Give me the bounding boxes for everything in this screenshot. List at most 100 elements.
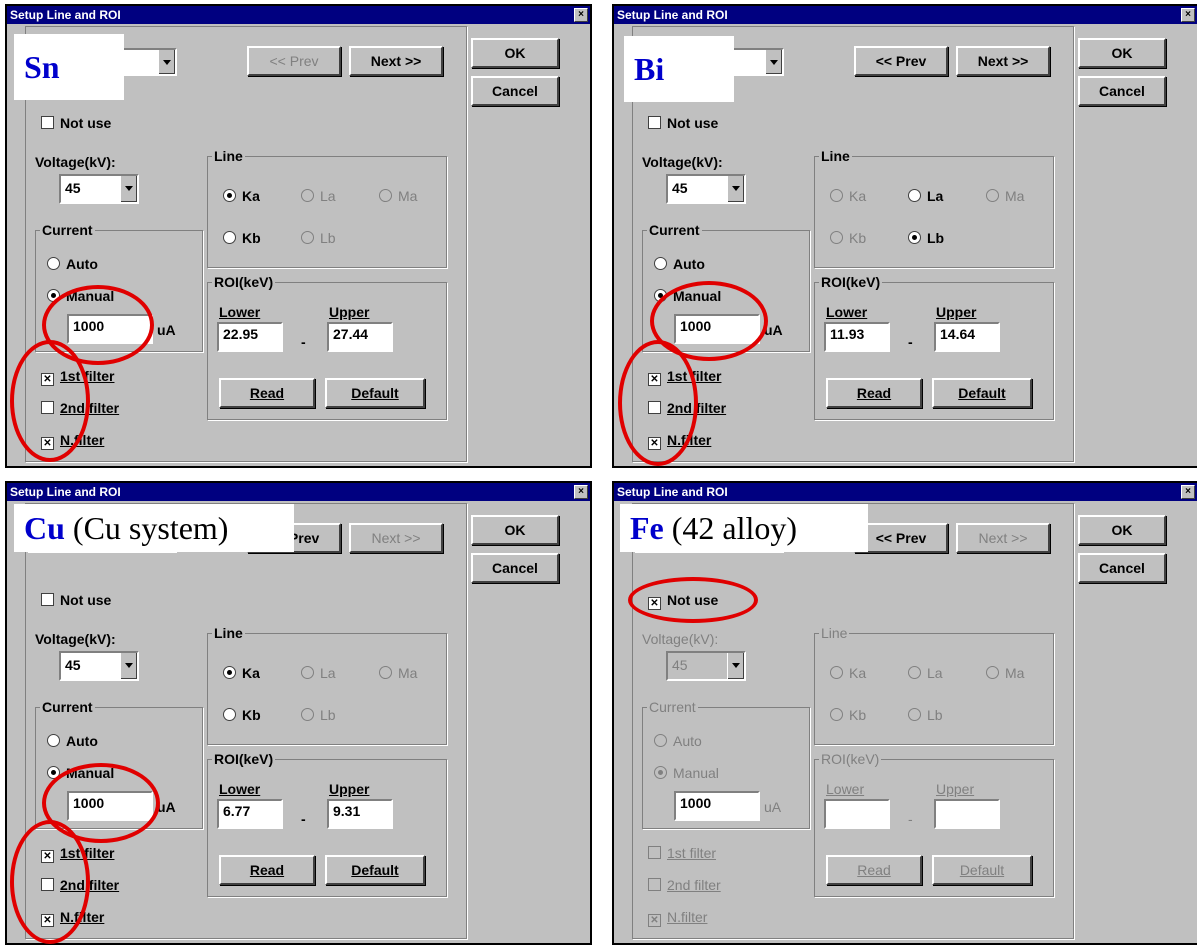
cancel-button[interactable]: Cancel	[1078, 553, 1166, 583]
radio-icon	[654, 766, 667, 779]
line-radio-kb[interactable]: Kb	[830, 230, 866, 246]
lower-input[interactable]: 6.77	[217, 799, 283, 829]
chevron-down-icon[interactable]	[727, 653, 744, 679]
cancel-label: Cancel	[1099, 560, 1145, 576]
upper-input[interactable]: 14.64	[934, 322, 1000, 352]
line-radio-lb[interactable]: Lb	[301, 707, 336, 723]
line-radio-la[interactable]: La	[908, 665, 943, 681]
upper-input[interactable]: 9.31	[327, 799, 393, 829]
lower-input[interactable]: 11.93	[824, 322, 890, 352]
read-button[interactable]: Read	[219, 855, 315, 885]
not-use-checkbox[interactable]: Not use	[41, 592, 111, 608]
line-radio-lb[interactable]: Lb	[301, 230, 336, 246]
line-radio-ka[interactable]: Ka	[223, 665, 260, 681]
radio-icon	[830, 666, 843, 679]
voltage-value: 45	[672, 657, 688, 673]
voltage-combo[interactable]: 45	[59, 174, 139, 204]
close-icon[interactable]: ×	[574, 8, 588, 22]
line-radio-ka[interactable]: Ka	[223, 188, 260, 204]
upper-input[interactable]	[934, 799, 1000, 829]
line-radio-ma[interactable]: Ma	[986, 188, 1024, 204]
title-bar[interactable]: Setup Line and ROI ×	[614, 483, 1197, 501]
radio-icon	[908, 189, 921, 202]
line-radio-la[interactable]: La	[301, 665, 336, 681]
title-bar[interactable]: Setup Line and ROI ×	[7, 483, 590, 501]
line-label-lb: Lb	[927, 707, 943, 723]
voltage-label: Voltage(kV):	[35, 154, 116, 170]
chevron-down-icon[interactable]	[120, 653, 137, 679]
line-label-ma: Ma	[1005, 188, 1025, 204]
nfilter-checkbox[interactable]: ✕ N.filter	[648, 909, 707, 927]
line-radio-kb[interactable]: Kb	[830, 707, 866, 723]
line-radio-kb[interactable]: Kb	[223, 230, 261, 246]
current-input[interactable]: 1000	[674, 791, 760, 821]
range-dash: -	[908, 811, 913, 827]
radio-icon	[908, 708, 921, 721]
line-radio-ma[interactable]: Ma	[379, 188, 417, 204]
not-use-checkbox[interactable]: Not use	[41, 115, 111, 131]
default-button[interactable]: Default	[325, 378, 425, 408]
dialog-title: Setup Line and ROI	[617, 485, 728, 499]
checkbox-icon	[41, 593, 54, 606]
cancel-button[interactable]: Cancel	[471, 553, 559, 583]
title-bar[interactable]: Setup Line and ROI ×	[614, 6, 1197, 24]
highlight-ring	[618, 340, 698, 466]
radio-icon	[223, 189, 236, 202]
line-radio-la[interactable]: La	[908, 188, 943, 204]
lower-input[interactable]	[824, 799, 890, 829]
auto-radio[interactable]: Auto	[47, 733, 98, 749]
lower-input[interactable]: 22.95	[217, 322, 283, 352]
read-button[interactable]: Read	[219, 378, 315, 408]
line-radio-ka[interactable]: Ka	[830, 188, 866, 204]
default-button[interactable]: Default	[325, 855, 425, 885]
title-bar[interactable]: Setup Line and ROI ×	[7, 6, 590, 24]
line-radio-kb[interactable]: Kb	[223, 707, 261, 723]
ok-button[interactable]: OK	[471, 38, 559, 68]
line-label-ma: Ma	[398, 188, 418, 204]
read-button[interactable]: Read	[826, 855, 922, 885]
line-label-ma: Ma	[1005, 665, 1025, 681]
element-symbol: Sn	[24, 49, 60, 85]
chevron-down-icon[interactable]	[727, 176, 744, 202]
cancel-button[interactable]: Cancel	[1078, 76, 1166, 106]
auto-radio[interactable]: Auto	[654, 256, 705, 272]
upper-input[interactable]: 27.44	[327, 322, 393, 352]
line-radio-ma[interactable]: Ma	[379, 665, 417, 681]
auto-label: Auto	[66, 256, 98, 272]
lower-label: Lower	[219, 781, 261, 797]
checkbox-icon	[648, 878, 661, 891]
line-radio-lb[interactable]: Lb	[908, 230, 944, 246]
line-radio-ma[interactable]: Ma	[986, 665, 1024, 681]
line-radio-la[interactable]: La	[301, 188, 336, 204]
ok-button[interactable]: OK	[1078, 38, 1166, 68]
manual-radio[interactable]: Manual	[654, 765, 719, 781]
voltage-combo[interactable]: 45	[666, 174, 746, 204]
close-icon[interactable]: ×	[574, 485, 588, 499]
read-button[interactable]: Read	[826, 378, 922, 408]
default-button[interactable]: Default	[932, 855, 1032, 885]
filter1-checkbox[interactable]: 1st filter	[648, 845, 716, 861]
auto-radio[interactable]: Auto	[654, 733, 702, 749]
default-label: Default	[351, 862, 399, 878]
current-group-title: Current	[40, 699, 95, 715]
line-label-lb: Lb	[320, 707, 336, 723]
line-label-lb: Lb	[320, 230, 336, 246]
ok-button[interactable]: OK	[471, 515, 559, 545]
not-use-checkbox[interactable]: Not use	[648, 115, 718, 131]
checkbox-icon	[41, 116, 54, 129]
line-radio-lb[interactable]: Lb	[908, 707, 943, 723]
chevron-down-icon[interactable]	[120, 176, 137, 202]
voltage-combo[interactable]: 45	[59, 651, 139, 681]
close-icon[interactable]: ×	[1181, 485, 1195, 499]
line-radio-ka[interactable]: Ka	[830, 665, 866, 681]
ok-button[interactable]: OK	[1078, 515, 1166, 545]
close-icon[interactable]: ×	[1181, 8, 1195, 22]
auto-radio[interactable]: Auto	[47, 256, 98, 272]
read-label: Read	[249, 385, 285, 401]
voltage-combo[interactable]: 45	[666, 651, 746, 681]
radio-icon	[379, 666, 392, 679]
element-symbol: Cu	[24, 510, 65, 546]
cancel-button[interactable]: Cancel	[471, 76, 559, 106]
default-button[interactable]: Default	[932, 378, 1032, 408]
filter2-checkbox[interactable]: 2nd filter	[648, 877, 721, 893]
